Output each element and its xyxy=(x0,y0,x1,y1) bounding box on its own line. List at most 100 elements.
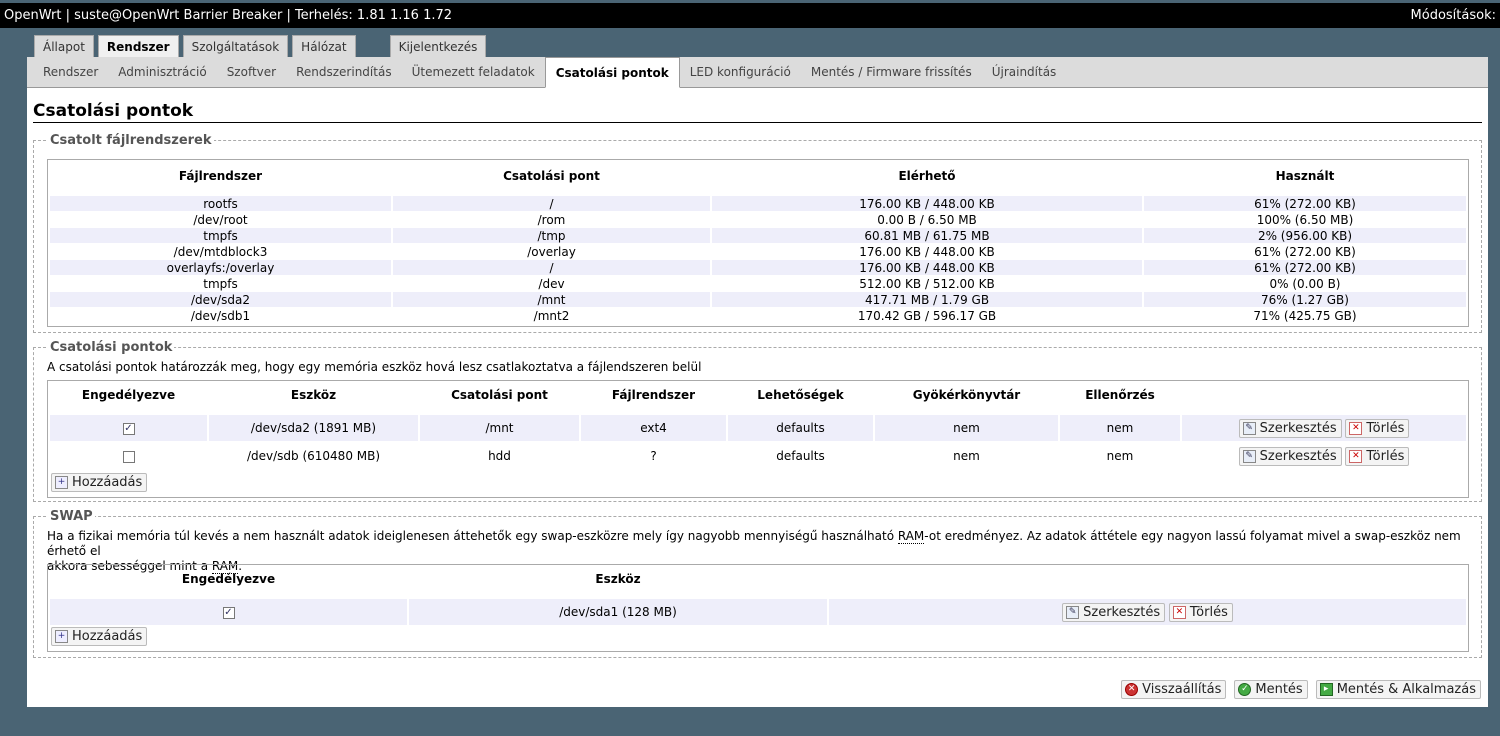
delete-button[interactable]: ✕ Törlés xyxy=(1168,602,1233,622)
col-header-device: Eszköz xyxy=(595,571,641,586)
mounted-filesystems-legend: Csatolt fájlrendszerek xyxy=(48,133,214,148)
cell-options: defaults xyxy=(728,415,873,441)
table-row: rootfs / 176.00 KB / 448.00 KB 61% (272.… xyxy=(50,196,1466,211)
add-mountpoint-button[interactable]: + Hozzáadás xyxy=(51,473,148,492)
sub-tab-utemezett-feladatok[interactable]: Ütemezett feladatok xyxy=(402,57,545,87)
edit-icon: ✎ xyxy=(1066,605,1080,619)
sub-tab-szoftver[interactable]: Szoftver xyxy=(217,57,286,87)
enabled-checkbox[interactable]: ✓ xyxy=(222,606,235,619)
add-label: Hozzáadás xyxy=(72,475,143,490)
sub-tabs: Rendszer Adminisztráció Szoftver Rendsze… xyxy=(27,57,1488,88)
mountpoints-table: Engedélyezve Eszköz Csatolási pont Fájlr… xyxy=(48,381,1468,471)
edit-button[interactable]: ✎ Szerkesztés xyxy=(1238,446,1342,466)
enabled-checkbox[interactable] xyxy=(122,450,135,463)
main-tab-allapot[interactable]: Állapot xyxy=(34,35,94,57)
main-tab-szolgaltatasok[interactable]: Szolgáltatások xyxy=(182,35,289,57)
sub-tab-rendszer[interactable]: Rendszer xyxy=(33,57,108,87)
mounted-filesystems-box: Fájlrendszer Csatolási pont Elérhető Has… xyxy=(47,159,1469,327)
sub-tab-ujrainditas[interactable]: Újraindítás xyxy=(982,57,1067,87)
cell-device: /dev/sda2 (1891 MB) xyxy=(209,415,418,441)
edit-button[interactable]: ✎ Szerkesztés xyxy=(1062,602,1166,622)
cell-available: 512.00 KB / 512.00 KB xyxy=(859,276,995,291)
col-header-device: Eszköz xyxy=(290,387,337,402)
content-panel: Rendszer Adminisztráció Szoftver Rendsze… xyxy=(27,57,1488,707)
add-label: Hozzáadás xyxy=(72,629,143,644)
save-label: Mentés xyxy=(1255,682,1303,697)
cell-filesystem: /dev/sda2 xyxy=(50,292,391,307)
col-header-available: Elérhető xyxy=(898,169,956,183)
cell-filesystem: overlayfs:/overlay xyxy=(50,260,391,275)
save-icon: ✓ xyxy=(1238,683,1252,696)
sub-tab-rendszerinditas[interactable]: Rendszerindítás xyxy=(286,57,401,87)
cell-used: 76% (1.27 GB) xyxy=(1144,292,1466,307)
col-header-options: Lehetőségek xyxy=(757,387,844,402)
table-row: ✓ /dev/sda1 (128 MB) ✎ Szerkesztés ✕ Törlé… xyxy=(50,599,1466,625)
edit-button[interactable]: ✎ Szerkesztés xyxy=(1238,418,1342,438)
reset-icon: ✕ xyxy=(1125,683,1139,696)
main-tab-halozat[interactable]: Hálózat xyxy=(292,35,356,57)
swap-table: Engedélyezve Eszköz ✓ /dev/sda1 (128 MB)… xyxy=(48,565,1468,626)
add-swap-button[interactable]: + Hozzáadás xyxy=(51,627,148,646)
cell-available: 170.42 GB / 596.17 GB xyxy=(857,308,997,323)
save-button[interactable]: ✓ Mentés xyxy=(1234,680,1308,699)
delete-icon: ✕ xyxy=(1349,449,1363,463)
cell-device: /dev/sda1 (128 MB) xyxy=(409,599,827,625)
edit-label: Szerkesztés xyxy=(1259,448,1337,464)
logout-tab[interactable]: Kijelentkezés xyxy=(389,35,487,57)
sub-tab-led-konfiguracio[interactable]: LED konfiguráció xyxy=(680,57,801,87)
col-header-mountpoint: Csatolási pont xyxy=(503,169,600,183)
apply-label: Mentés & Alkalmazás xyxy=(1336,682,1476,697)
mountpoints-legend: Csatolási pontok xyxy=(48,340,175,355)
col-header-enabled: Engedélyezve xyxy=(81,387,176,402)
edit-label: Szerkesztés xyxy=(1259,420,1337,436)
edit-icon: ✎ xyxy=(1242,449,1256,463)
cell-filesystem: rootfs xyxy=(50,196,391,211)
save-apply-button[interactable]: ▸ Mentés & Alkalmazás xyxy=(1315,680,1481,699)
cell-rootfs: nem xyxy=(875,415,1058,441)
table-row: tmpfs /dev 512.00 KB / 512.00 KB 0% (0.0… xyxy=(50,276,1466,291)
col-header-rootfs: Gyökérkönyvtár xyxy=(912,387,1021,402)
cell-check: nem xyxy=(1106,449,1134,463)
cell-used: 2% (956.00 KB) xyxy=(1144,228,1466,243)
col-header-used: Használt xyxy=(1275,169,1335,183)
table-row: ✓ /dev/sda2 (1891 MB) /mnt ext4 defaults… xyxy=(50,415,1466,441)
table-row: tmpfs /tmp 60.81 MB / 61.75 MB 2% (956.0… xyxy=(50,228,1466,243)
col-header-check: Ellenőrzés xyxy=(1085,387,1155,402)
cell-mountpoint: /dev xyxy=(538,276,565,291)
sub-tab-adminisztracio[interactable]: Adminisztráció xyxy=(108,57,216,87)
col-header-mountpoint: Csatolási pont xyxy=(451,387,548,402)
cell-used: 61% (272.00 KB) xyxy=(1144,260,1466,275)
delete-button[interactable]: ✕ Törlés xyxy=(1345,446,1410,466)
delete-label: Törlés xyxy=(1189,604,1228,620)
cell-filesystem: tmpfs xyxy=(50,228,391,243)
swap-section: SWAP Ha a fizikai memória túl kevés a ne… xyxy=(33,509,1482,658)
main-tab-rendszer[interactable]: Rendszer xyxy=(97,35,179,58)
cell-filesystem: ? xyxy=(650,449,657,463)
mountpoints-section: Csatolási pontok A csatolási pontok hatá… xyxy=(33,340,1482,502)
top-bar: OpenWrt | suste@OpenWrt Barrier Breaker … xyxy=(0,3,1500,28)
changes-link[interactable]: Módosítások: xyxy=(1411,8,1496,23)
cell-available: 417.71 MB / 1.79 GB xyxy=(712,292,1142,307)
edit-icon: ✎ xyxy=(1242,421,1256,435)
reset-button[interactable]: ✕ Visszaállítás xyxy=(1121,680,1227,699)
cell-used: 100% (6.50 MB) xyxy=(1256,212,1354,227)
reset-label: Visszaállítás xyxy=(1142,682,1222,697)
delete-button[interactable]: ✕ Törlés xyxy=(1345,418,1410,438)
edit-label: Szerkesztés xyxy=(1083,604,1161,620)
footer-actions: ✕ Visszaállítás ✓ Mentés ▸ Mentés & Alkalma… xyxy=(1121,680,1481,699)
col-header-filesystem: Fájlrendszer xyxy=(611,387,696,402)
delete-icon: ✕ xyxy=(1172,605,1186,619)
cell-check: nem xyxy=(1060,415,1180,441)
cell-used: 61% (272.00 KB) xyxy=(1144,196,1466,211)
cell-filesystem: /dev/sdb1 xyxy=(190,308,251,323)
enabled-checkbox[interactable]: ✓ xyxy=(122,422,135,435)
table-row: /dev/sdb1 /mnt2 170.42 GB / 596.17 GB 71… xyxy=(50,308,1466,323)
sub-tab-csatolasi-pontok[interactable]: Csatolási pontok xyxy=(544,57,680,88)
cell-available: 60.81 MB / 61.75 MB xyxy=(712,228,1142,243)
sub-tab-mentes-firmware[interactable]: Mentés / Firmware frissítés xyxy=(801,57,982,87)
table-row: /dev/sdb (610480 MB) hdd ? defaults nem … xyxy=(50,442,1466,470)
table-row: /dev/root /rom 0.00 B / 6.50 MB 100% (6.… xyxy=(50,212,1466,227)
header-title: OpenWrt | suste@OpenWrt Barrier Breaker … xyxy=(4,8,453,23)
cell-options: defaults xyxy=(776,449,825,463)
cell-available: 0.00 B / 6.50 MB xyxy=(877,212,977,227)
